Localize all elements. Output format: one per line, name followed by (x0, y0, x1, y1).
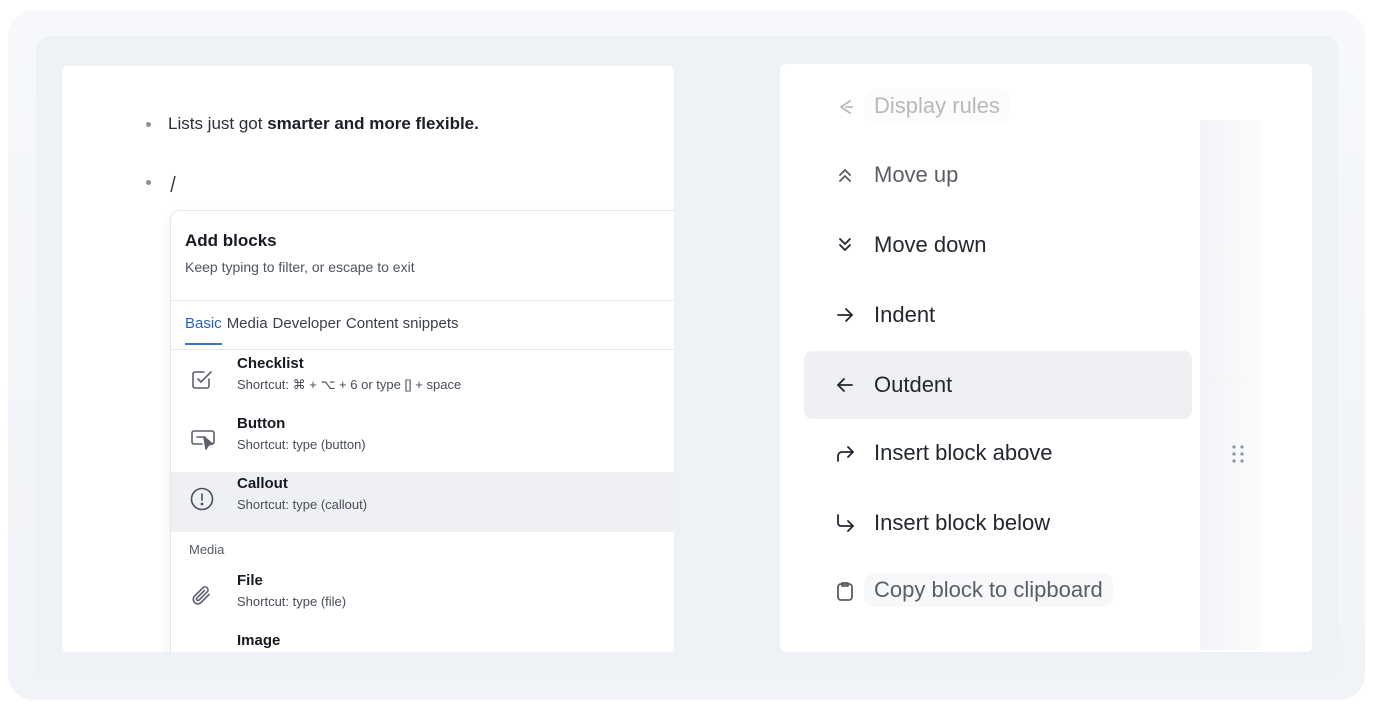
display-rules-icon (834, 96, 856, 118)
bullet-dot (146, 122, 151, 127)
add-blocks-subtitle: Keep typing to filter, or escape to exit (185, 259, 415, 275)
block-option-shortcut: Shortcut: type (button) (237, 437, 366, 452)
block-option-button[interactable]: Button Shortcut: type (button) (171, 412, 674, 472)
corner-up-right-icon (834, 442, 856, 464)
menu-fade-overlay (800, 620, 1200, 652)
chevrons-down-icon (834, 234, 856, 256)
block-option-shortcut: Shortcut: ⌘ + ⌥ + 6 or type [] + space (237, 377, 462, 392)
tab-content-snippets[interactable]: Content snippets (346, 315, 459, 332)
menu-item-label: Display rules (864, 89, 1010, 123)
tab-media[interactable]: Media (227, 315, 268, 332)
block-option-title: File (237, 572, 263, 589)
menu-item-copy-block[interactable]: Copy block to clipboard (804, 561, 1192, 619)
divider (171, 300, 674, 301)
list-item-text[interactable]: Lists just got smarter and more flexible… (168, 114, 479, 134)
add-blocks-title: Add blocks (185, 231, 277, 250)
tab-developer[interactable]: Developer (273, 315, 341, 332)
menu-item-outdent[interactable]: Outdent (804, 351, 1192, 419)
list-item-plain-text: Lists just got (168, 114, 268, 133)
exclamation-circle-icon (189, 486, 215, 512)
checklist-icon (189, 366, 215, 392)
slash-command-input[interactable] (168, 172, 178, 194)
block-option-title: Image (237, 632, 281, 649)
menu-item-display-rules[interactable]: Display rules (804, 77, 1192, 135)
menu-item-label: Indent (874, 302, 936, 327)
menu-item-move-down[interactable]: Move down (804, 215, 1192, 273)
menu-item-move-up[interactable]: Move up (804, 145, 1192, 203)
add-blocks-header: Add blocks Keep typing to filter, or esc… (185, 231, 415, 275)
bullet-dot (146, 180, 151, 185)
chevrons-up-icon (834, 164, 856, 186)
menu-item-insert-block-above[interactable]: Insert block above (804, 423, 1192, 481)
block-option-shortcut: Shortcut: type (callout) (237, 497, 368, 512)
arrow-right-icon (834, 304, 856, 326)
block-option-checklist[interactable]: Checklist Shortcut: ⌘ + ⌥ + 6 or type []… (171, 352, 674, 412)
block-option-shortcut: Shortcut: type (file) (237, 594, 347, 609)
block-option-title: Checklist (237, 355, 304, 372)
image-icon (189, 643, 215, 652)
paperclip-icon (189, 583, 215, 609)
block-option-file[interactable]: File Shortcut: type (file) (171, 569, 674, 629)
block-category-tabs: Basic Media Developer Content snippets (185, 315, 459, 345)
clipboard-icon (834, 580, 856, 602)
add-blocks-menu: Add blocks Keep typing to filter, or esc… (170, 210, 674, 652)
menu-item-label: Move up (874, 162, 959, 187)
tab-basic[interactable]: Basic (185, 315, 222, 345)
arrow-left-icon (834, 374, 856, 396)
editor-panel: Lists just got smarter and more flexible… (62, 66, 674, 652)
block-option-image[interactable]: Image (171, 629, 674, 652)
side-gutter (1196, 120, 1260, 650)
block-option-title: Button (237, 415, 286, 432)
menu-item-label: Insert block above (874, 440, 1053, 465)
block-actions-menu: Display rules Move up Move down Indent O… (800, 64, 1200, 652)
divider (171, 349, 674, 350)
menu-item-label: Outdent (874, 372, 953, 397)
menu-item-insert-block-below[interactable]: Insert block below (804, 493, 1192, 551)
menu-item-indent[interactable]: Indent (804, 285, 1192, 343)
button-cursor-icon (189, 426, 215, 452)
list-item-bold-text: smarter and more flexible. (267, 114, 479, 133)
menu-item-label: Insert block below (874, 510, 1051, 535)
block-option-callout[interactable]: Callout Shortcut: type (callout) (171, 472, 674, 532)
section-label-media: Media (189, 542, 225, 557)
block-option-title: Callout (237, 475, 288, 492)
drag-handle-icon[interactable] (1230, 443, 1246, 465)
menu-item-label: Move down (874, 232, 987, 257)
menu-item-label: Copy block to clipboard (864, 573, 1113, 607)
corner-down-right-icon (834, 512, 856, 534)
